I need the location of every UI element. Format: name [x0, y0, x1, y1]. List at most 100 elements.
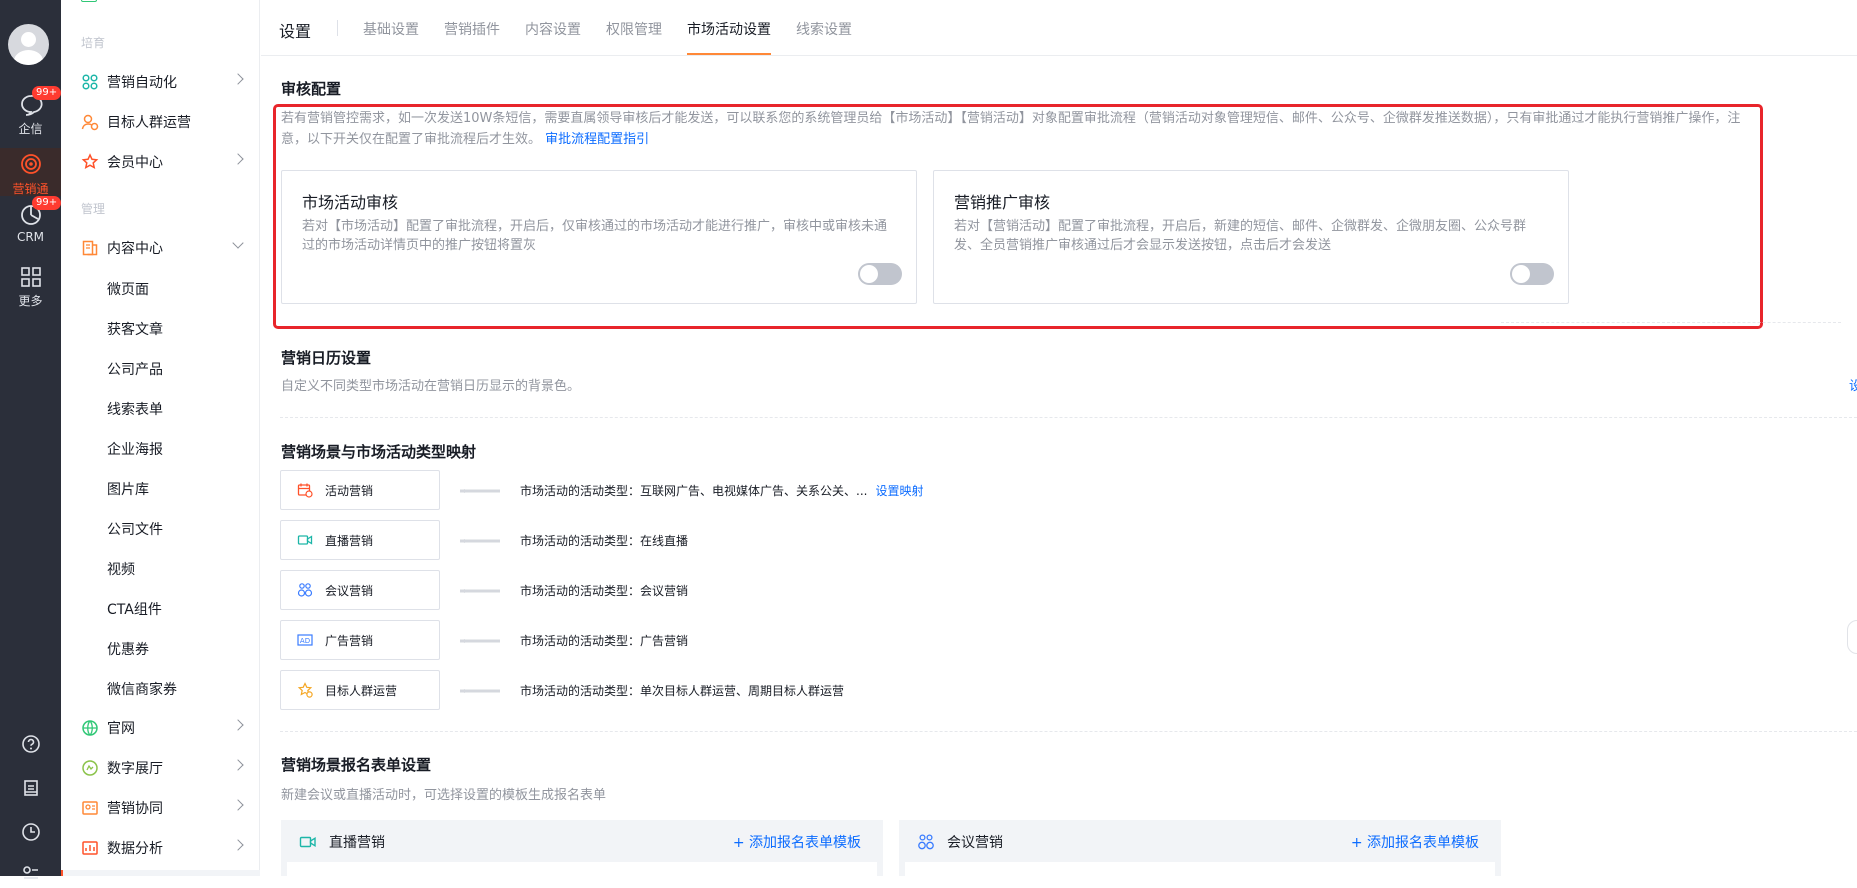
mapping-types-text: 市场活动的活动类型：互联网广告、电视媒体广告、关系公关、... — [520, 484, 868, 498]
menu-subitem-articles[interactable]: 获客文章 — [107, 319, 163, 339]
app-rail: 99+ 企信 营销通 99+ CRM 更多 — [0, 0, 62, 879]
analysis-icon — [82, 841, 98, 855]
video-icon — [299, 836, 316, 848]
mapping-types: 市场活动的活动类型：单次目标人群运营、周期目标人群运营 — [520, 684, 845, 698]
menu-subitem-company-files[interactable]: 公司文件 — [107, 519, 163, 539]
plus-icon: + — [1350, 835, 1363, 851]
add-form-template-label: 添加报名表单模板 — [1367, 835, 1479, 851]
menu-item-content-center[interactable]: 内容中心 — [61, 228, 260, 268]
mapping-types: 市场活动的活动类型：在线直播 — [520, 534, 689, 548]
rail-badge: 99+ — [32, 86, 62, 100]
menu-subitem-wechat-coupons[interactable]: 微信商家券 — [107, 679, 177, 699]
panel-title: 会议营销 — [947, 835, 1003, 851]
menu-item-label: 内容中心 — [107, 241, 163, 257]
help-button[interactable] — [0, 734, 61, 758]
menu-subitem-lead-forms[interactable]: 线索表单 — [107, 399, 163, 419]
signup-panel-live: 直播营销 + 添加报名表单模板 — [281, 820, 883, 876]
arrow-left-icon — [460, 489, 500, 493]
settings-button[interactable] — [0, 864, 61, 888]
menu-item-label: 目标人群运营 — [107, 115, 191, 131]
rail-label: 企信 — [18, 122, 43, 136]
content-icon — [82, 240, 98, 256]
scene-ad-marketing: AD 广告营销 — [280, 620, 440, 660]
automation-icon — [82, 74, 98, 90]
scene-name: 广告营销 — [325, 633, 374, 648]
page-title: 设置 — [279, 22, 312, 41]
menu-subitem-cta[interactable]: CTA组件 — [107, 599, 162, 619]
menu-item-label: 会员中心 — [107, 155, 163, 171]
scene-name: 活动营销 — [325, 483, 374, 498]
chevron-right-icon — [232, 799, 244, 811]
side-float-button[interactable] — [1847, 620, 1857, 654]
rail-item-marketing[interactable]: 营销通 — [0, 148, 61, 196]
menu-active-indicator — [61, 870, 260, 876]
menu-item-data-analysis[interactable]: 数据分析 — [61, 828, 260, 868]
chevron-right-icon — [232, 759, 244, 771]
calendar-settings-link[interactable]: 设 — [1849, 375, 1857, 394]
rail-item-crm[interactable]: 99+ CRM — [0, 196, 62, 244]
menu-item-website[interactable]: 官网 — [61, 708, 260, 748]
meeting-icon — [297, 583, 313, 597]
menu-subitem-coupons[interactable]: 优惠券 — [107, 639, 149, 659]
menu-item-target-group[interactable]: 目标人群运营 — [61, 102, 260, 142]
menu-subitem-products[interactable]: 公司产品 — [107, 359, 163, 379]
plus-icon: + — [732, 835, 745, 851]
set-mapping-link[interactable]: 设置映射 — [875, 484, 923, 498]
avatar[interactable] — [8, 24, 49, 65]
menu-item-automation[interactable]: 营销自动化 — [61, 62, 260, 102]
section-divider — [280, 417, 1857, 418]
person-target-icon — [81, 114, 99, 131]
scene-target-group: 目标人群运营 — [280, 670, 440, 710]
menu-subitem-posters[interactable]: 企业海报 — [107, 439, 163, 459]
menu-item-member-center[interactable]: 会员中心 — [61, 142, 260, 182]
menu-item-label: 营销协同 — [107, 801, 163, 817]
main-content: 设置 基础设置 营销插件 内容设置 权限管理 市场活动设置 线索设置 审核配置 … — [261, 0, 1857, 876]
meeting-icon — [918, 834, 934, 850]
section-divider — [1501, 322, 1841, 323]
tab-basic[interactable]: 基础设置 — [363, 19, 419, 39]
menu-item-digital-hall[interactable]: 数字展厅 — [61, 748, 260, 788]
menu-subitem-micropage[interactable]: 微页面 — [107, 279, 149, 299]
tab-leads[interactable]: 线索设置 — [796, 19, 852, 39]
scene-name: 直播营销 — [325, 533, 374, 548]
chevron-down-icon — [232, 237, 244, 249]
menu-group-title: 培育 — [81, 36, 106, 50]
calendar-icon — [297, 483, 313, 498]
tab-campaign-settings[interactable]: 市场活动设置 — [687, 19, 771, 39]
tab-content[interactable]: 内容设置 — [525, 19, 581, 39]
notes-button[interactable] — [0, 778, 61, 802]
active-tab-underline — [687, 53, 771, 55]
add-form-template-button[interactable]: + 添加报名表单模板 — [1351, 832, 1479, 852]
rail-label: 更多 — [18, 294, 43, 308]
chevron-right-icon — [232, 153, 244, 165]
menu-subitem-videos[interactable]: 视频 — [107, 559, 135, 579]
scene-meeting-marketing: 会议营销 — [280, 570, 440, 610]
chevron-right-icon — [232, 719, 244, 731]
arrow-left-icon — [460, 589, 500, 593]
scene-name: 会议营销 — [325, 583, 374, 598]
mapping-types: 市场活动的活动类型：广告营销 — [520, 634, 689, 648]
tab-permissions[interactable]: 权限管理 — [606, 19, 662, 39]
rail-item-more[interactable]: 更多 — [0, 264, 61, 309]
scene-activity-marketing: 活动营销 — [280, 470, 440, 510]
menu-item-collaboration[interactable]: 营销协同 — [61, 788, 260, 828]
grid-icon — [20, 267, 41, 287]
signup-panel-meeting: 会议营销 + 添加报名表单模板 — [899, 820, 1501, 876]
mapping-types: 市场活动的活动类型：互联网广告、电视媒体广告、关系公关、... 设置映射 — [520, 482, 923, 499]
svg-text:AD: AD — [300, 637, 310, 645]
scene-live-marketing: 直播营销 — [280, 520, 440, 560]
history-button[interactable] — [0, 822, 61, 846]
tab-plugins[interactable]: 营销插件 — [444, 19, 500, 39]
panel-header: 直播营销 — [299, 832, 385, 852]
rail-item-qixin[interactable]: 99+ 企信 — [0, 86, 62, 137]
rail-badge: 99+ — [32, 196, 62, 210]
clock-icon — [21, 823, 40, 841]
arrow-left-icon — [460, 539, 500, 543]
menu-subitem-image-library[interactable]: 图片库 — [107, 479, 149, 499]
add-form-template-button[interactable]: + 添加报名表单模板 — [733, 832, 861, 852]
chevron-right-icon — [232, 839, 244, 851]
globe-icon — [82, 720, 98, 736]
settings-icon — [22, 866, 38, 879]
calendar-section-title: 营销日历设置 — [281, 349, 372, 367]
panel-body — [905, 862, 1495, 876]
